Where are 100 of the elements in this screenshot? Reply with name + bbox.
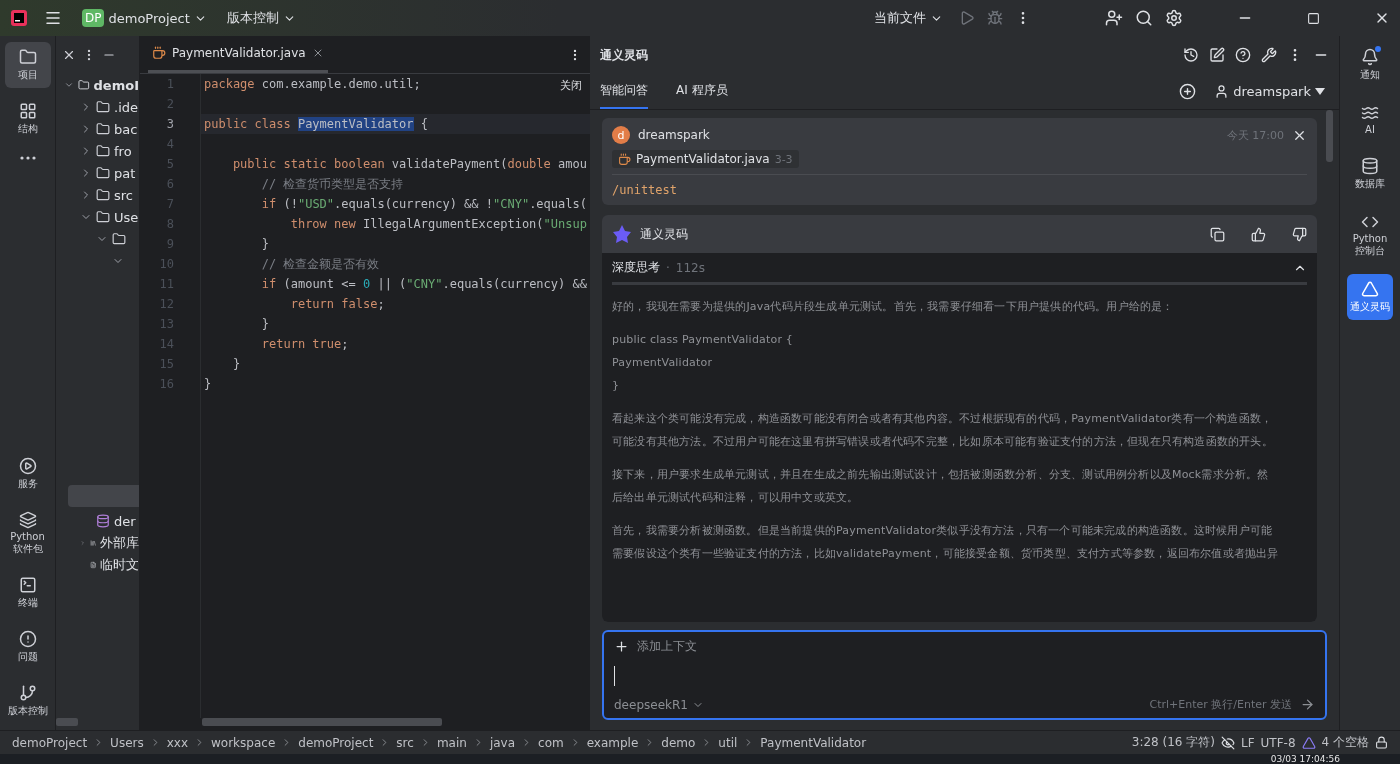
- code-line: package com.example.demo.util;: [203, 76, 421, 93]
- close-link[interactable]: 关闭: [560, 78, 582, 93]
- cursor-position[interactable]: 3:28 (16 字符): [1131, 734, 1215, 751]
- breadcrumb[interactable]: demo: [661, 735, 696, 750]
- edit-icon[interactable]: [1209, 47, 1225, 63]
- breadcrumb[interactable]: example: [586, 735, 639, 750]
- tree-item[interactable]: src: [114, 187, 133, 203]
- copy-icon[interactable]: [1210, 226, 1225, 242]
- collapse-icon[interactable]: [62, 48, 76, 62]
- database-icon: [1361, 157, 1379, 175]
- lock-icon[interactable]: [1375, 736, 1388, 749]
- line-separator[interactable]: LF: [1240, 735, 1255, 750]
- file-encoding[interactable]: UTF-8: [1260, 735, 1296, 750]
- tool-window-button[interactable]: 版本控制: [4, 678, 51, 724]
- breadcrumb[interactable]: java: [489, 735, 516, 750]
- file-chip[interactable]: PaymentValidator.java 3-3: [612, 150, 799, 168]
- code-line: return true;: [260, 336, 349, 353]
- breadcrumb[interactable]: xxx: [166, 735, 188, 750]
- file-name: PaymentValidator.java: [636, 152, 770, 166]
- code-line: public class PaymentValidator {: [203, 116, 428, 133]
- tool-window-button[interactable]: AI: [1347, 98, 1393, 141]
- account-dropdown[interactable]: dreamspark: [1210, 80, 1329, 103]
- tree-item[interactable]: demoI: [93, 77, 139, 93]
- triangle-icon[interactable]: [1301, 735, 1316, 750]
- new-chat-icon[interactable]: [1179, 83, 1197, 100]
- file-tab[interactable]: PaymentValidator.java: [148, 36, 328, 73]
- terminal-icon: [18, 576, 37, 594]
- tool-window-button[interactable]: 终端: [4, 570, 51, 616]
- add-context-link[interactable]: 添加上下文: [637, 638, 697, 655]
- scrollbar-thumb[interactable]: [56, 718, 78, 726]
- layers-icon: [18, 511, 37, 529]
- code-line: throw new IllegalArgumentException("Unsup: [289, 216, 587, 233]
- thumbs-down-icon[interactable]: [1292, 226, 1307, 242]
- tree-item[interactable]: der: [114, 513, 136, 529]
- tool-window-button[interactable]: 通知: [1347, 42, 1393, 88]
- run-config-dropdown[interactable]: 当前文件: [870, 5, 947, 31]
- scrollbar-thumb[interactable]: [1326, 110, 1333, 162]
- panel-tab[interactable]: AI 程序员: [676, 74, 728, 109]
- vcs-menu[interactable]: 版本控制: [222, 5, 300, 31]
- tree-item[interactable]: Use: [114, 209, 139, 225]
- model-dropdown[interactable]: deepseekR1: [614, 697, 704, 712]
- code-line: // 检查货币类型是否支持: [260, 176, 404, 193]
- search-icon[interactable]: [1135, 9, 1153, 27]
- plus-icon[interactable]: [614, 639, 629, 654]
- paragraph-line: PaymentValidator: [612, 355, 714, 371]
- help-icon[interactable]: [1235, 47, 1251, 63]
- panel-tab[interactable]: 智能问答: [600, 74, 648, 109]
- breadcrumb[interactable]: main: [436, 735, 467, 750]
- tool-window-button[interactable]: 数据库: [1347, 151, 1393, 197]
- tool-window-button[interactable]: Python 控制台: [1347, 207, 1393, 264]
- paragraph-line: 接下来，用户要求生成单元测试，并且在生成之前先输出测试设计，包括被测函数分析、分支、测试用例分析以及Mock需求分析。然: [612, 467, 1270, 483]
- breadcrumb[interactable]: demoProject: [298, 735, 374, 750]
- scrollbar-thumb[interactable]: [202, 718, 442, 726]
- send-icon[interactable]: [1300, 697, 1315, 712]
- folder-icon: [96, 100, 110, 114]
- tool-window-button[interactable]: 项目: [4, 42, 51, 88]
- thumbs-up-icon[interactable]: [1251, 226, 1266, 242]
- chat-input-field[interactable]: 添加上下文 deepseekR1 Ctrl+Enter 换行/Enter 发送: [602, 630, 1327, 720]
- caret-icon: [1315, 88, 1325, 95]
- breadcrumb[interactable]: PaymentValidator: [760, 735, 867, 750]
- project-switcher[interactable]: DP demoProject: [78, 5, 211, 31]
- tree-item[interactable]: 临时文: [100, 556, 139, 574]
- code-line: // 检查金额是否有效: [260, 256, 380, 273]
- tree-item[interactable]: .ide: [114, 99, 138, 115]
- tool-window-button[interactable]: 问题: [4, 624, 51, 670]
- bug-icon[interactable]: [987, 10, 1003, 26]
- breadcrumb[interactable]: src: [396, 735, 414, 750]
- paragraph-line: 需要假设这个类有一些验证支付的方法，比如validatePayment，可能接受金额、货币类型、支付方式等参数，返回布尔值或者抛出异: [612, 546, 1280, 562]
- app-logo-icon[interactable]: [10, 9, 28, 27]
- paragraph-line: public class PaymentValidator {: [612, 332, 795, 348]
- tool-window-button[interactable]: 结构: [4, 96, 51, 142]
- maximize-icon[interactable]: [1307, 11, 1320, 25]
- tree-item[interactable]: 外部库: [100, 534, 139, 552]
- more-icon: [19, 156, 36, 160]
- indent-setting[interactable]: 4 个空格: [1321, 734, 1369, 751]
- tree-item[interactable]: pat: [114, 165, 136, 181]
- folder-icon: [96, 188, 110, 202]
- tool-window-button[interactable]: Python 软件包: [4, 505, 51, 562]
- tool-window-button[interactable]: 服务: [4, 451, 51, 497]
- wrench-icon[interactable]: [1261, 47, 1277, 63]
- breadcrumb[interactable]: com: [538, 735, 564, 750]
- taskbar-clock[interactable]: 03/03 17:04:56: [1270, 754, 1340, 764]
- breadcrumb[interactable]: workspace: [211, 735, 276, 750]
- shortcut-hint: Ctrl+Enter 换行/Enter 发送: [1149, 697, 1292, 712]
- breadcrumb[interactable]: util: [718, 735, 738, 750]
- history-icon[interactable]: [1183, 47, 1199, 63]
- tool-window-button[interactable]: 通义灵码: [1347, 274, 1393, 320]
- run-icon[interactable]: [959, 10, 975, 26]
- code-line: }: [260, 316, 270, 333]
- author-name: dreamspark: [638, 128, 710, 142]
- eye-off-icon[interactable]: [1220, 735, 1235, 750]
- breadcrumb[interactable]: demoProject: [12, 735, 88, 750]
- panel-title: 通义灵码: [600, 46, 648, 64]
- tree-item[interactable]: fro: [114, 143, 132, 159]
- project-badge: DP: [82, 9, 105, 27]
- add-user-icon[interactable]: [1105, 9, 1123, 27]
- breadcrumb[interactable]: Users: [110, 735, 144, 750]
- code-line: }: [260, 236, 270, 253]
- settings-icon[interactable]: [1165, 9, 1183, 27]
- tree-item[interactable]: bac: [114, 121, 138, 137]
